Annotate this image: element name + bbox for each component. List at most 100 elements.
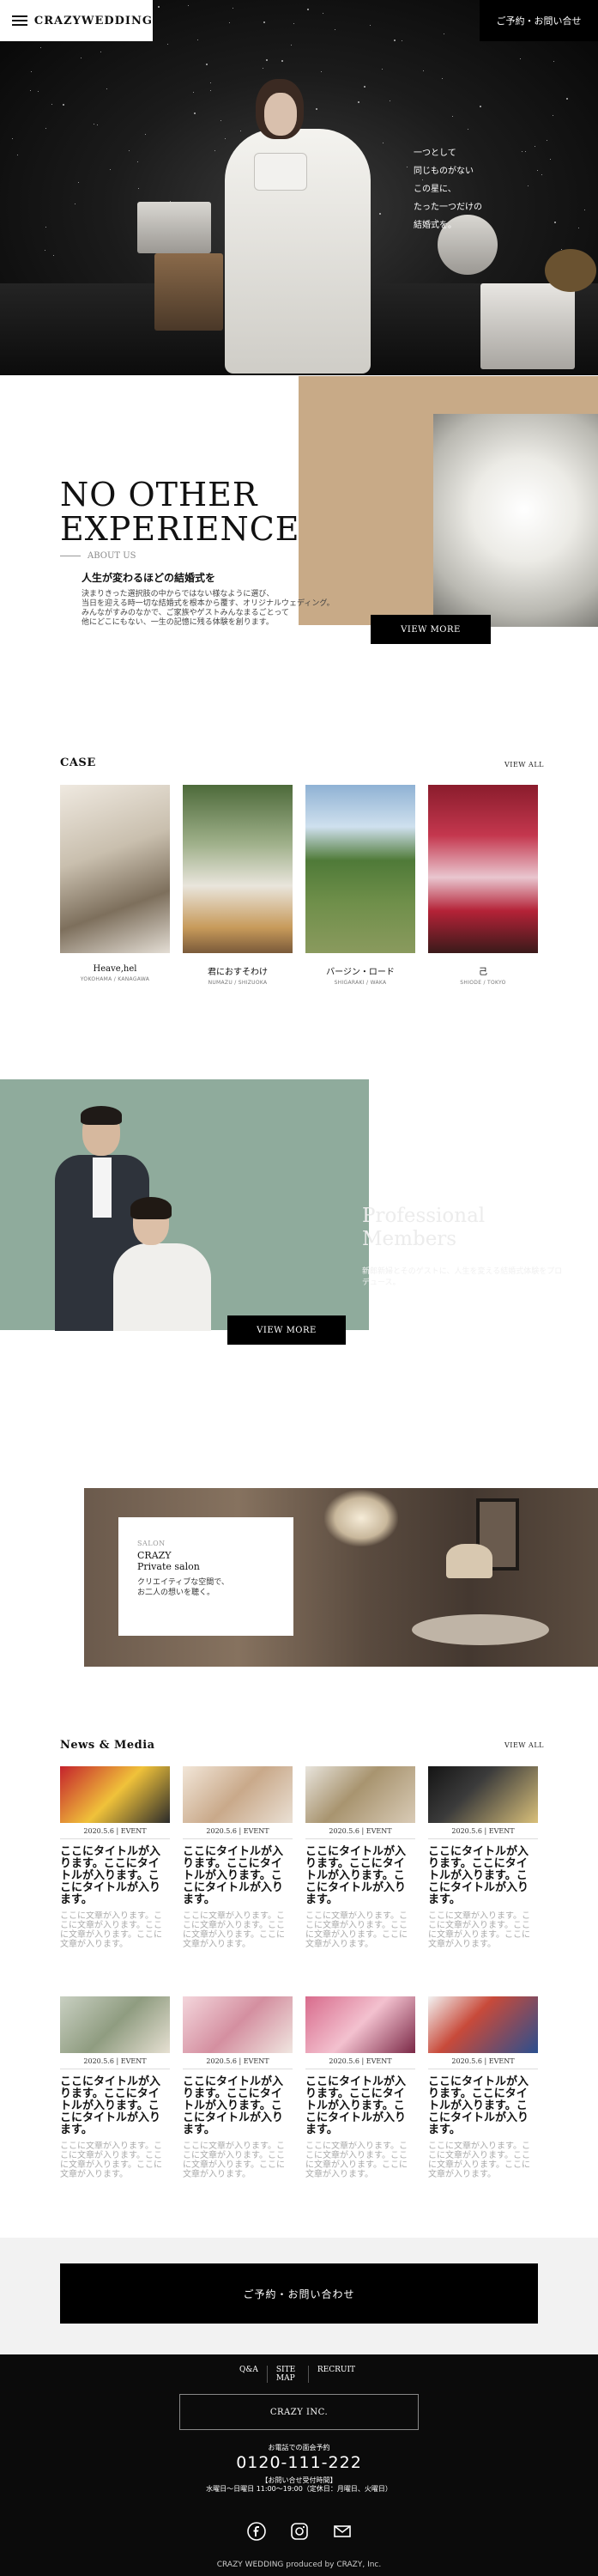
news-title[interactable]: ここにタイトルが入ります。ここにタイトルが入ります。ここにタイトルが入ります。 bbox=[183, 1846, 293, 1906]
salon-card[interactable]: SALON CRAZY Private salon クリエイティブな空間で、 お… bbox=[118, 1517, 293, 1636]
news-card[interactable]: 2020.5.6 | EVENT ここにタイトルが入ります。ここにタイトルが入りま… bbox=[305, 1996, 415, 2184]
about-view-more-button[interactable]: VIEW MORE bbox=[371, 615, 491, 644]
news-image[interactable] bbox=[183, 1766, 293, 1823]
news-image[interactable] bbox=[60, 1996, 170, 2053]
news-card[interactable]: 2020.5.6 | EVENT ここにタイトルが入ります。ここにタイトルが入りま… bbox=[428, 1766, 538, 1953]
news-excerpt: ここに文章が入ります。ここに文章が入ります。ここに文章が入ります。ここに文章が入… bbox=[305, 1911, 408, 1949]
case-image[interactable] bbox=[60, 785, 170, 953]
salon-desc: クリエイティブな空間で、 お二人の想いを聴く。 bbox=[137, 1577, 293, 1598]
hero-copy-line: たった一つだけの bbox=[414, 203, 482, 212]
case-name[interactable]: 己 bbox=[428, 964, 538, 977]
star bbox=[138, 188, 139, 189]
star bbox=[266, 59, 268, 61]
news-image[interactable] bbox=[60, 1766, 170, 1823]
news-image[interactable] bbox=[305, 1996, 415, 2053]
news-date: 2020.5.6 | EVENT bbox=[428, 1827, 538, 1839]
news-card[interactable]: 2020.5.6 | EVENT ここにタイトルが入ります。ここにタイトルが入りま… bbox=[305, 1766, 415, 1953]
news-image[interactable] bbox=[428, 1996, 538, 2053]
about-label-text: ABOUT US bbox=[88, 551, 136, 561]
news-image[interactable] bbox=[305, 1766, 415, 1823]
menu-icon[interactable] bbox=[12, 15, 27, 27]
footer-tel[interactable]: 0120-111-222 bbox=[0, 2453, 598, 2472]
news-view-all-link[interactable]: VIEW ALL bbox=[504, 1741, 544, 1749]
news-image[interactable] bbox=[428, 1766, 538, 1823]
brand-logo[interactable]: CRAZYWEDDING bbox=[34, 15, 153, 27]
news-excerpt: ここに文章が入ります。ここに文章が入ります。ここに文章が入ります。ここに文章が入… bbox=[305, 2142, 408, 2179]
news-card[interactable]: 2020.5.6 | EVENT ここにタイトルが入ります。ここにタイトルが入りま… bbox=[428, 1996, 538, 2184]
news-title[interactable]: ここにタイトルが入ります。ここにタイトルが入ります。ここにタイトルが入ります。 bbox=[60, 2076, 170, 2136]
members-person-body bbox=[113, 1243, 211, 1331]
star bbox=[566, 98, 568, 100]
news-title[interactable]: ここにタイトルが入ります。ここにタイトルが入ります。ここにタイトルが入ります。 bbox=[183, 2076, 293, 2136]
news-title[interactable]: ここにタイトルが入ります。ここにタイトルが入ります。ここにタイトルが入ります。 bbox=[428, 1846, 538, 1906]
star bbox=[38, 91, 39, 92]
star bbox=[281, 60, 283, 62]
case-card[interactable]: バージン・ロード SHIGARAKI / WAKA bbox=[305, 785, 415, 986]
news-title[interactable]: ここにタイトルが入ります。ここにタイトルが入ります。ここにタイトルが入ります。 bbox=[60, 1846, 170, 1906]
star bbox=[307, 9, 309, 10]
case-view-all-link[interactable]: VIEW ALL bbox=[504, 761, 544, 769]
star bbox=[291, 45, 292, 46]
instagram-icon[interactable] bbox=[289, 2521, 310, 2542]
footer-nav-sitemap[interactable]: SITE MAP bbox=[268, 2366, 309, 2383]
news-card[interactable]: 2020.5.6 | EVENT ここにタイトルが入ります。ここにタイトルが入りま… bbox=[183, 1996, 293, 2184]
case-location: YOKOHAMA / KANAGAWA bbox=[80, 976, 150, 982]
case-card[interactable]: 君におすそわけ NUMAZU / SHIZUOKA bbox=[183, 785, 293, 986]
header-brand[interactable]: CRAZYWEDDING bbox=[0, 0, 153, 41]
star bbox=[158, 6, 160, 8]
footer-hours-line: 【お問い合せ受付時間】 bbox=[261, 2476, 337, 2484]
case-name[interactable]: バージン・ロード bbox=[305, 964, 415, 977]
star bbox=[210, 82, 211, 83]
salon-chandelier bbox=[324, 1490, 398, 1546]
star bbox=[480, 106, 481, 107]
news-title[interactable]: ここにタイトルが入ります。ここにタイトルが入ります。ここにタイトルが入ります。 bbox=[305, 2076, 415, 2136]
hero-prop-box bbox=[137, 202, 211, 253]
about-body-line: 当日を迎える時一切な結婚式を根本から覆す、オリジナルウェディング。 bbox=[82, 599, 335, 608]
about-body-line: 決まりきった選択肢の中からではない様なように選び、 bbox=[82, 590, 275, 598]
footer-nav-qa[interactable]: Q&A bbox=[231, 2366, 268, 2383]
news-card[interactable]: 2020.5.6 | EVENT ここにタイトルが入ります。ここにタイトルが入りま… bbox=[60, 1766, 170, 1953]
members-view-more-button[interactable]: VIEW MORE bbox=[227, 1315, 346, 1345]
news-section-title: News & Media bbox=[60, 1739, 155, 1752]
news-excerpt: ここに文章が入ります。ここに文章が入ります。ここに文章が入ります。ここに文章が入… bbox=[428, 1911, 530, 1949]
news-card[interactable]: 2020.5.6 | EVENT ここにタイトルが入ります。ここにタイトルが入りま… bbox=[183, 1766, 293, 1953]
contact-button[interactable]: ご予約・お問い合わせ bbox=[60, 2263, 538, 2324]
salon-label: SALON bbox=[137, 1540, 166, 1547]
case-image[interactable] bbox=[183, 785, 293, 953]
star bbox=[188, 5, 189, 6]
members-title-line: Professional bbox=[362, 1205, 486, 1227]
case-image[interactable] bbox=[305, 785, 415, 953]
news-card[interactable]: 2020.5.6 | EVENT ここにタイトルが入ります。ここにタイトルが入りま… bbox=[60, 1996, 170, 2184]
news-date: 2020.5.6 | EVENT bbox=[428, 2057, 538, 2069]
facebook-icon[interactable] bbox=[246, 2521, 267, 2542]
star bbox=[553, 61, 554, 62]
star bbox=[358, 101, 359, 103]
case-card[interactable]: 己 SHIODE / TOKYO bbox=[428, 785, 538, 986]
salon-title: Private salon bbox=[137, 1561, 200, 1572]
case-image[interactable] bbox=[428, 785, 538, 953]
news-image[interactable] bbox=[183, 1996, 293, 2053]
header-contact-button[interactable]: ご予約・お問い合せ bbox=[480, 0, 598, 41]
star bbox=[51, 104, 52, 105]
star bbox=[220, 120, 221, 121]
star bbox=[229, 22, 230, 23]
news-excerpt: ここに文章が入ります。ここに文章が入ります。ここに文章が入ります。ここに文章が入… bbox=[60, 1911, 162, 1949]
star bbox=[442, 78, 443, 79]
footer-company-button[interactable]: CRAZY INC. bbox=[179, 2394, 419, 2430]
star bbox=[394, 39, 396, 41]
news-title[interactable]: ここにタイトルが入ります。ここにタイトルが入ります。ここにタイトルが入ります。 bbox=[305, 1846, 415, 1906]
star bbox=[45, 128, 46, 129]
case-name[interactable]: Heave,hel bbox=[60, 964, 170, 974]
star bbox=[263, 21, 265, 23]
about-body-line: 他にどこにもない、一生の記憶に残る体験を創ります。 bbox=[82, 618, 274, 627]
star bbox=[210, 90, 211, 91]
news-title[interactable]: ここにタイトルが入ります。ここにタイトルが入ります。ここにタイトルが入ります。 bbox=[428, 2076, 538, 2136]
star bbox=[452, 116, 453, 117]
case-name[interactable]: 君におすそわけ bbox=[183, 964, 293, 977]
star bbox=[193, 92, 194, 93]
footer-nav-recruit[interactable]: RECRUIT bbox=[309, 2366, 364, 2383]
mail-icon[interactable] bbox=[332, 2521, 353, 2542]
hero-copy-line: 一つとして bbox=[414, 149, 456, 158]
salon-desc-line: クリエイティブな空間で、 bbox=[137, 1578, 229, 1587]
case-card[interactable]: Heave,hel YOKOHAMA / KANAGAWA bbox=[60, 785, 170, 982]
